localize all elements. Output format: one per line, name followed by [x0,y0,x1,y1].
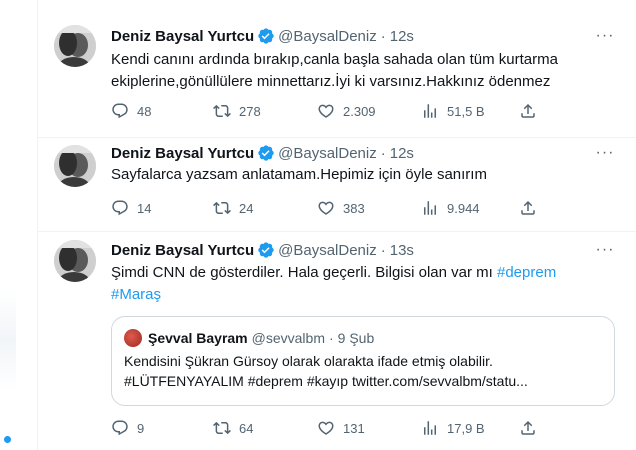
reply-button[interactable]: 14 [111,199,151,217]
views-count: 9.944 [447,200,480,216]
share-icon [521,420,535,435]
author-name[interactable]: Deniz Baysal Yurtcu [111,145,254,162]
avatar[interactable] [54,240,96,282]
like-button[interactable]: 383 [317,199,365,217]
like-button[interactable]: 131 [317,419,365,437]
quoted-author-handle: @sevvalbm [251,330,325,346]
quoted-date: 9 Şub [337,330,375,346]
reply-count: 9 [137,420,145,436]
timestamp[interactable]: 12s [390,145,414,162]
tweet-text: Sayfalarca yazsam anlatamam.Hepimiz için… [111,166,487,183]
verified-badge-icon [257,27,275,45]
views-icon [424,104,436,118]
left-sidebar-edge [0,0,37,450]
heart-icon [318,421,334,435]
author-handle[interactable]: @BaysalDeniz [278,28,377,45]
quoted-tweet-text: Kendisini Şükran Gürsoy olarak olarakta … [124,351,604,391]
avatar[interactable] [54,145,96,187]
tweet-header: Deniz Baysal Yurtcu @BaysalDeniz · 12s [111,143,414,163]
retweet-count: 64 [239,420,254,436]
share-icon [521,200,535,215]
tweet-actions: 14 24 383 9.944 [111,198,591,218]
tweet-text-body: Şimdi CNN de gösterdiler. Hala geçerli. … [111,264,493,281]
timeline-feed: Deniz Baysal Yurtcu @BaysalDeniz · 12s ·… [37,0,636,450]
views-button[interactable]: 17,9 B [421,419,485,437]
share-button[interactable] [519,102,545,120]
tweet-3[interactable]: Deniz Baysal Yurtcu @BaysalDeniz · 13s ·… [38,232,636,450]
heart-icon [318,201,334,215]
tweet-2[interactable]: Deniz Baysal Yurtcu @BaysalDeniz · 12s ·… [38,138,636,232]
share-icon [521,103,535,118]
retweet-button[interactable]: 24 [213,199,253,217]
reply-count: 14 [137,200,152,216]
quoted-text-line: Kendisini Şükran Gürsoy olarak olarakta … [124,353,493,369]
notification-dot [4,436,11,443]
like-count: 2.309 [343,103,376,119]
share-button[interactable] [519,419,545,437]
separator: · [380,144,386,162]
retweet-count: 278 [239,103,261,119]
views-button[interactable]: 9.944 [421,199,480,217]
heart-icon [318,104,334,118]
retweet-button[interactable]: 278 [213,102,261,120]
retweet-button[interactable]: 64 [213,419,253,437]
reply-icon [112,103,128,119]
retweet-icon [213,201,231,215]
quoted-author-name: Şevval Bayram [148,330,248,346]
retweet-icon [213,421,231,435]
timestamp[interactable]: 13s [390,242,414,259]
tweet-1[interactable]: Deniz Baysal Yurtcu @BaysalDeniz · 12s ·… [38,0,636,138]
views-count: 17,9 B [447,420,485,436]
views-icon [424,421,436,435]
author-handle[interactable]: @BaysalDeniz [278,145,377,162]
timestamp[interactable]: 12s [390,28,414,45]
avatar [124,329,142,347]
reply-button[interactable]: 48 [111,102,151,120]
verified-badge-icon [257,241,275,259]
reply-count: 48 [137,103,152,119]
sidebar-shade [0,290,16,390]
like-count: 383 [343,200,365,216]
author-name[interactable]: Deniz Baysal Yurtcu [111,242,254,259]
like-button[interactable]: 2.309 [317,102,376,120]
separator: · [328,330,334,346]
retweet-count: 24 [239,200,254,216]
avatar[interactable] [54,25,96,67]
author-handle[interactable]: @BaysalDeniz [278,242,377,259]
verified-badge-icon [257,144,275,162]
more-icon[interactable]: ··· [595,240,615,260]
tweet-header: Deniz Baysal Yurtcu @BaysalDeniz · 12s [111,26,414,46]
reply-icon [112,200,128,216]
quoted-text-line: #LÜTFENYAYALIM #deprem #kayıp twitter.co… [124,373,528,389]
quoted-tweet-header: Şevval Bayram @sevvalbm · 9 Şub [124,329,374,347]
like-count: 131 [343,420,365,436]
more-icon[interactable]: ··· [595,26,615,46]
more-icon[interactable]: ··· [595,143,615,163]
tweet-text: Şimdi CNN de gösterdiler. Hala geçerli. … [111,262,611,306]
views-button[interactable]: 51,5 B [421,102,485,120]
share-button[interactable] [519,199,545,217]
author-name[interactable]: Deniz Baysal Yurtcu [111,28,254,45]
hashtag-link[interactable]: #deprem [497,264,556,281]
separator: · [380,241,386,259]
hashtag-link[interactable]: #Maraş [111,286,161,303]
quoted-tweet[interactable]: Şevval Bayram @sevvalbm · 9 Şub Kendisin… [111,316,615,406]
tweet-actions: 48 278 2.309 51,5 B [111,101,591,121]
reply-button[interactable]: 9 [111,419,144,437]
reply-icon [112,420,128,436]
tweet-text: Kendi canını ardında bırakıp,canla başla… [111,51,558,90]
tweet-actions: 9 64 131 17,9 B [111,418,591,438]
views-icon [424,201,436,215]
tweet-header: Deniz Baysal Yurtcu @BaysalDeniz · 13s [111,240,414,260]
views-count: 51,5 B [447,103,485,119]
separator: · [380,27,386,45]
retweet-icon [213,104,231,118]
